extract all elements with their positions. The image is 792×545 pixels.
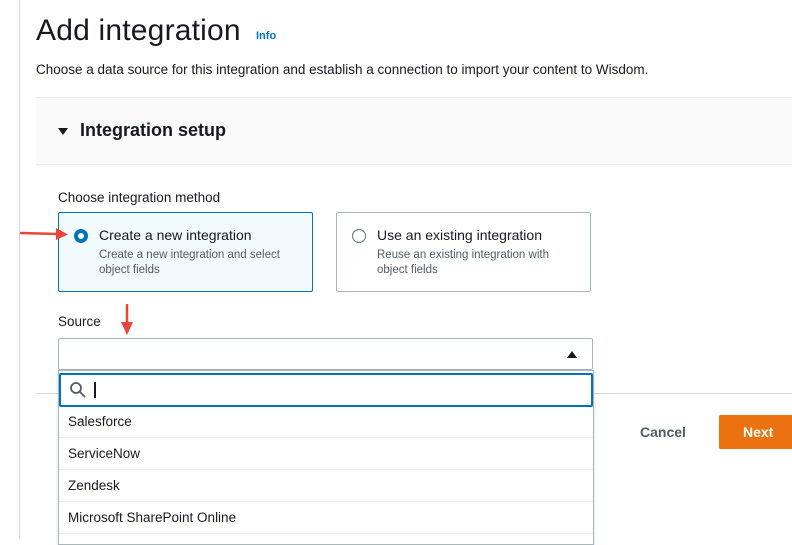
next-button-label: Next bbox=[743, 424, 774, 440]
source-select[interactable] bbox=[58, 338, 593, 370]
tile-description: Create a new integration and select obje… bbox=[99, 249, 280, 276]
page-title: Add integration bbox=[36, 14, 241, 47]
page-left-border bbox=[19, 0, 20, 539]
integration-setup-header[interactable]: Integration setup bbox=[36, 98, 792, 165]
radio-selected[interactable] bbox=[74, 229, 88, 243]
next-button[interactable]: Next bbox=[719, 415, 792, 449]
source-dropdown: Salesforce ServiceNow Zendesk Microsoft … bbox=[58, 370, 594, 545]
annotation-arrow-down bbox=[121, 304, 133, 335]
tile-description: Reuse an existing integration with objec… bbox=[377, 249, 549, 276]
source-search-input[interactable] bbox=[91, 379, 571, 401]
option-label: Microsoft SharePoint Online bbox=[68, 510, 237, 525]
option-label: ServiceNow bbox=[68, 446, 141, 461]
source-option-salesforce[interactable]: Salesforce bbox=[59, 407, 593, 438]
page-description: Choose a data source for this integratio… bbox=[36, 62, 649, 77]
caret-down-icon bbox=[58, 128, 68, 135]
option-label: Salesforce bbox=[68, 414, 132, 429]
radio-unselected[interactable] bbox=[352, 229, 366, 243]
info-link[interactable]: Info bbox=[256, 30, 276, 42]
text-cursor bbox=[94, 382, 96, 398]
annotation-arrow-right bbox=[20, 228, 68, 240]
section-title: Integration setup bbox=[80, 120, 227, 140]
cancel-button[interactable]: Cancel bbox=[640, 424, 686, 440]
option-label: Zendesk bbox=[68, 478, 120, 493]
tile-title: Use an existing integration bbox=[377, 227, 542, 243]
search-icon bbox=[70, 382, 86, 398]
use-existing-integration-tile[interactable]: Use an existing integration Reuse an exi… bbox=[336, 212, 591, 292]
integration-method-label: Choose integration method bbox=[58, 190, 221, 205]
tile-title: Create a new integration bbox=[99, 227, 252, 243]
source-option-zendesk[interactable]: Zendesk bbox=[59, 471, 593, 502]
source-option-sharepoint[interactable]: Microsoft SharePoint Online bbox=[59, 503, 593, 534]
create-new-integration-tile[interactable]: Create a new integration Create a new in… bbox=[58, 212, 313, 292]
source-search-box[interactable] bbox=[59, 373, 593, 407]
caret-up-icon bbox=[567, 351, 577, 358]
source-option-servicenow[interactable]: ServiceNow bbox=[59, 439, 593, 470]
source-label: Source bbox=[58, 314, 101, 329]
